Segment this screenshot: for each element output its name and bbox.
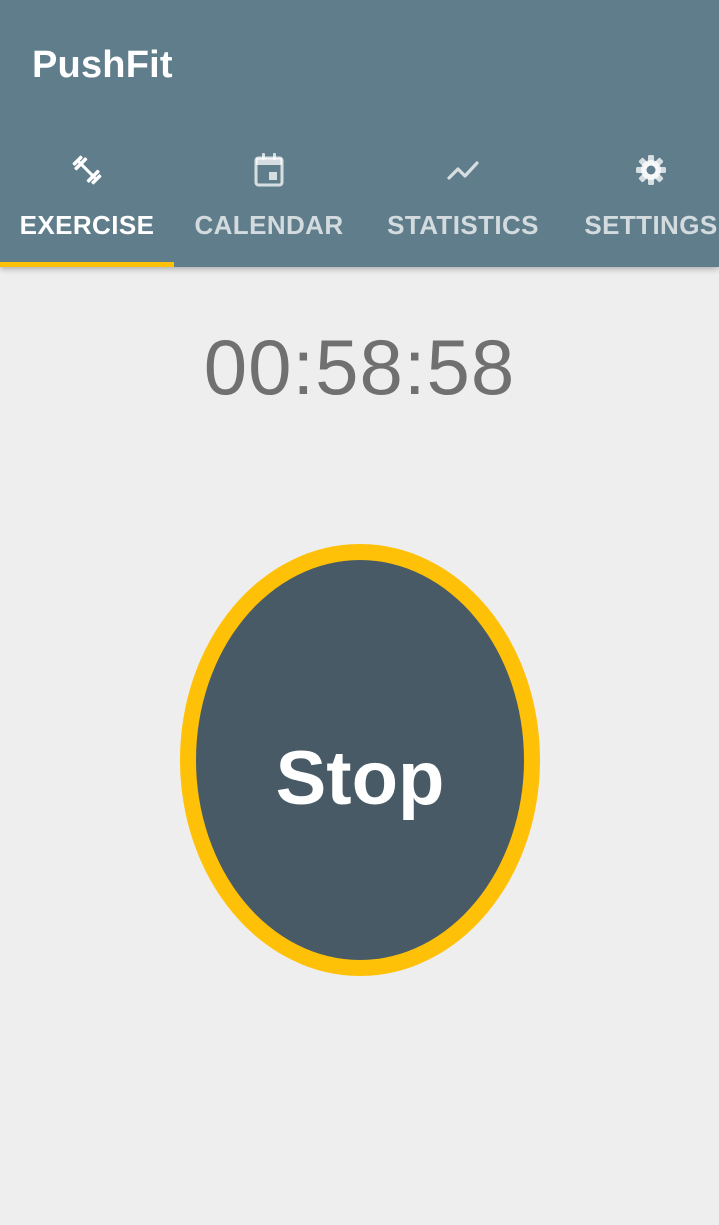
tab-label: STATISTICS	[387, 210, 539, 240]
stop-button-label: Stop	[275, 736, 445, 821]
trending-line-icon	[443, 150, 483, 190]
tab-label: CALENDAR	[194, 210, 344, 240]
tab-statistics[interactable]: STATISTICS	[364, 136, 562, 267]
app-bar: PushFit EXERCISE CALENDAR STATISTICS SET…	[0, 0, 719, 267]
dumbbell-icon	[67, 150, 107, 190]
calendar-icon	[249, 150, 289, 190]
workout-timer: 00:58:58	[203, 323, 516, 411]
tab-label: SETTINGS	[584, 210, 718, 240]
app-title: PushFit	[32, 44, 173, 86]
tab-bar: EXERCISE CALENDAR STATISTICS SETTINGS	[0, 136, 719, 267]
tab-settings[interactable]: SETTINGS	[562, 136, 719, 267]
stop-button[interactable]: Stop	[180, 544, 540, 976]
tab-label: EXERCISE	[19, 210, 155, 240]
tab-calendar[interactable]: CALENDAR	[174, 136, 364, 267]
gear-icon	[631, 150, 671, 190]
active-tab-indicator	[0, 262, 174, 267]
tab-exercise[interactable]: EXERCISE	[0, 136, 174, 267]
